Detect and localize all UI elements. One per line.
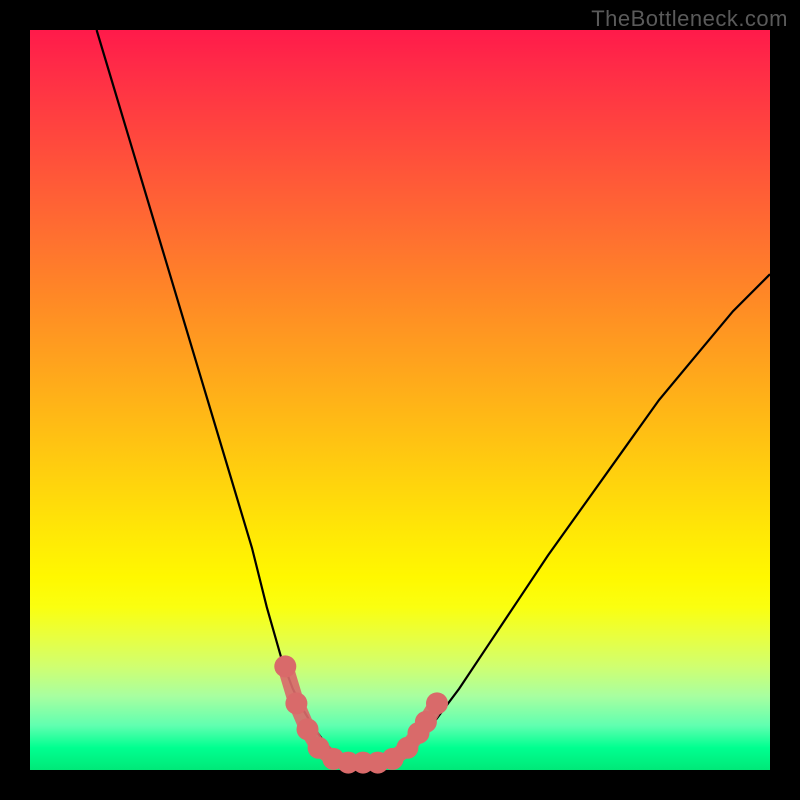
chart-plot-area [30, 30, 770, 770]
data-point [297, 718, 319, 740]
left-curve-line [97, 30, 349, 763]
data-point [415, 711, 437, 733]
chart-svg [30, 30, 770, 770]
right-curve-line [393, 274, 770, 762]
watermark-text: TheBottleneck.com [591, 6, 788, 32]
data-point [274, 655, 296, 677]
data-point [426, 692, 448, 714]
data-point [285, 692, 307, 714]
